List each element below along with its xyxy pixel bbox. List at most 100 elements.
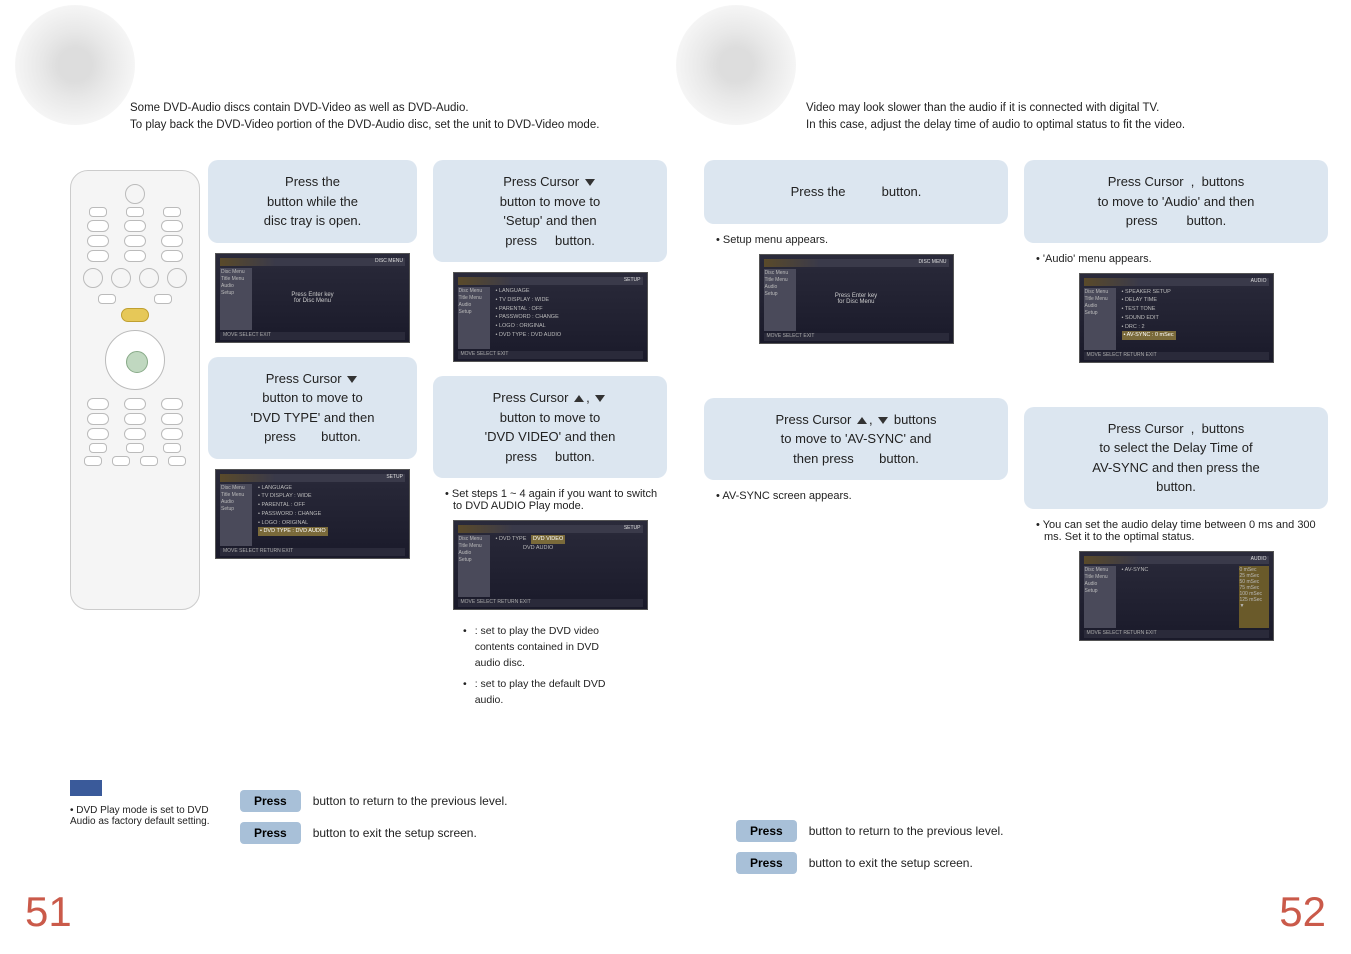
- rs3l5: button.: [879, 451, 919, 466]
- osd4-foot: MOVE SELECT RETURN EXIT: [458, 599, 643, 607]
- rs4l1: Press Cursor: [1108, 421, 1184, 436]
- remote-control-illustration: [70, 170, 200, 610]
- r-osd4: AUDIO Disc Menu Title Menu Audio Setup •…: [1079, 551, 1274, 641]
- cursor-down-icon: [593, 390, 607, 405]
- osd2-title: SETUP: [624, 277, 641, 285]
- rs1l1: Press the: [791, 184, 846, 199]
- mode-video: : set to play the DVD video contents con…: [475, 624, 625, 671]
- steps-row: Press the button while the disc tray is …: [0, 160, 675, 715]
- osd1-side: Disc Menu Title Menu Audio Setup: [220, 268, 252, 330]
- page-left: Some DVD-Audio discs contain DVD-Video a…: [0, 0, 675, 954]
- step1-l3: disc tray is open.: [264, 213, 362, 228]
- r-step4-note: • You can set the audio delay time betwe…: [1036, 519, 1316, 543]
- rosd4-opts: 0 mSec 25 mSec 50 mSec 75 mSec 100 mSec …: [1239, 566, 1269, 628]
- header-line1: Some DVD-Audio discs contain DVD-Video a…: [130, 100, 670, 117]
- s2l4: press: [505, 233, 537, 248]
- osd4-title: SETUP: [624, 525, 641, 533]
- rosd2-hl: • AV-SYNC : 0 mSec: [1122, 331, 1176, 340]
- header-text-left: Some DVD-Audio discs contain DVD-Video a…: [130, 100, 670, 135]
- r-osd1: DISC MENU Disc Menu Title Menu Audio Set…: [759, 254, 954, 344]
- osd1-foot: MOVE SELECT EXIT: [220, 332, 405, 340]
- footer-buttons: Press button to return to the previous l…: [240, 790, 640, 844]
- s2l1: Press Cursor: [503, 174, 579, 189]
- step2-box: Press Cursor button to move to 'Setup' a…: [433, 160, 667, 262]
- r-exit-text: button to exit the setup screen.: [809, 856, 973, 870]
- rs2l2: ,: [1191, 174, 1195, 189]
- step-col-r2: Press Cursor , buttons to move to 'Audio…: [1016, 160, 1336, 655]
- r-step1-note: • Setup menu appears.: [716, 234, 1004, 246]
- step-column-2: Press Cursor button to move to 'Setup' a…: [425, 160, 675, 715]
- s2l5: button.: [555, 233, 595, 248]
- return-pill: Press: [240, 790, 301, 812]
- osd3-hl: • DVD TYPE : DVD AUDIO: [258, 527, 328, 536]
- page-right: Video may look slower than the audio if …: [676, 0, 1351, 954]
- step1-l2: button while the: [267, 194, 358, 209]
- cursor-down-icon: [583, 174, 597, 189]
- s4l4: press: [505, 449, 537, 464]
- osd2-foot: MOVE SELECT EXIT: [458, 351, 643, 359]
- step3-box: Press Cursor button to move to 'DVD TYPE…: [208, 357, 417, 459]
- osd-screenshot-4: SETUP Disc Menu Title Menu Audio Setup •…: [453, 520, 648, 610]
- header-text-right: Video may look slower than the audio if …: [806, 100, 1346, 135]
- osd4-hl: DVD VIDEO: [531, 535, 565, 544]
- rs1l2: button.: [882, 184, 922, 199]
- rosd2-foot: MOVE SELECT RETURN EXIT: [1084, 352, 1269, 360]
- s2l2: button to move to: [500, 194, 600, 209]
- step-col-r1: Press the button. • Setup menu appears. …: [696, 160, 1016, 655]
- page-number-left: 51: [25, 888, 72, 936]
- rs2l3: buttons: [1202, 174, 1245, 189]
- steps-row-right: Press the button. • Setup menu appears. …: [676, 160, 1351, 655]
- return-text: button to return to the previous level.: [313, 794, 508, 808]
- r-step3-box: Press Cursor , buttons to move to 'AV-SY…: [704, 398, 1008, 481]
- r-step2-note: • 'Audio' menu appears.: [1036, 253, 1324, 265]
- exit-pill: Press: [240, 822, 301, 844]
- r-exit-row: Press button to exit the setup screen.: [736, 852, 1326, 874]
- r-step2-box: Press Cursor , buttons to move to 'Audio…: [1024, 160, 1328, 243]
- return-row: Press button to return to the previous l…: [240, 790, 640, 812]
- rs4l4: to select the Delay Time of: [1099, 440, 1252, 455]
- s3l4: press: [264, 429, 296, 444]
- step1-l1: Press the: [285, 174, 340, 189]
- rosd1-side: Disc Menu Title Menu Audio Setup: [764, 269, 796, 331]
- s3l2: button to move to: [262, 390, 362, 405]
- osd3-title: SETUP: [386, 474, 403, 482]
- exit-row: Press button to exit the setup screen.: [240, 822, 640, 844]
- rs4l5: AV-SYNC and then press the: [1092, 460, 1259, 475]
- rs2l4: to move to 'Audio' and then: [1098, 194, 1255, 209]
- r-exit-pill: Press: [736, 852, 797, 874]
- osd-screenshot-2: SETUP Disc Menu Title Menu Audio Setup •…: [453, 272, 648, 362]
- rs4l2: ,: [1191, 421, 1195, 436]
- cursor-down-icon: [876, 412, 890, 427]
- cursor-up-icon: [572, 390, 586, 405]
- r-step1-box: Press the button.: [704, 160, 1008, 224]
- rosd2-title: AUDIO: [1251, 278, 1267, 286]
- s3l1: Press Cursor: [266, 371, 342, 386]
- note-text: DVD Play mode is set to DVD Audio as fac…: [70, 805, 210, 827]
- note-box: • DVD Play mode is set to DVD Audio as f…: [70, 780, 220, 827]
- rs2l6: button.: [1186, 213, 1226, 228]
- r-step3-note: • AV-SYNC screen appears.: [716, 490, 1004, 502]
- osd3-side: Disc Menu Title Menu Audio Setup: [220, 484, 252, 546]
- header-line2: To play back the DVD-Video portion of th…: [130, 117, 670, 134]
- s2l3: 'Setup' and then: [503, 213, 596, 228]
- osd2-rows: • LANGUAGE • TV DISPLAY : WIDE • PARENTA…: [496, 287, 643, 340]
- r-return-text: button to return to the previous level.: [809, 824, 1004, 838]
- page-number-right: 52: [1279, 888, 1326, 936]
- s4l2: button to move to: [500, 410, 600, 425]
- osd-screenshot-3: SETUP Disc Menu Title Menu Audio Setup •…: [215, 469, 410, 559]
- rs3l4: then press: [793, 451, 854, 466]
- footer-left: • DVD Play mode is set to DVD Audio as f…: [70, 780, 640, 854]
- footer-right: Press button to return to the previous l…: [736, 810, 1326, 884]
- cursor-up-icon: [855, 412, 869, 427]
- s3l5: button.: [321, 429, 361, 444]
- step1-box: Press the button while the disc tray is …: [208, 160, 417, 243]
- rosd2-rows: • SPEAKER SETUP • DELAY TIME • TEST TONE…: [1122, 288, 1269, 332]
- osd4-side: Disc Menu Title Menu Audio Setup: [458, 535, 490, 597]
- osd3-foot: MOVE SELECT RETURN EXIT: [220, 548, 405, 556]
- rosd4-title: AUDIO: [1251, 556, 1267, 564]
- r-return-row: Press button to return to the previous l…: [736, 820, 1326, 842]
- rs4l6: button.: [1156, 479, 1196, 494]
- rosd2-side: Disc Menu Title Menu Audio Setup: [1084, 288, 1116, 350]
- remote-column: [0, 160, 200, 715]
- rosd4-side: Disc Menu Title Menu Audio Setup: [1084, 566, 1116, 628]
